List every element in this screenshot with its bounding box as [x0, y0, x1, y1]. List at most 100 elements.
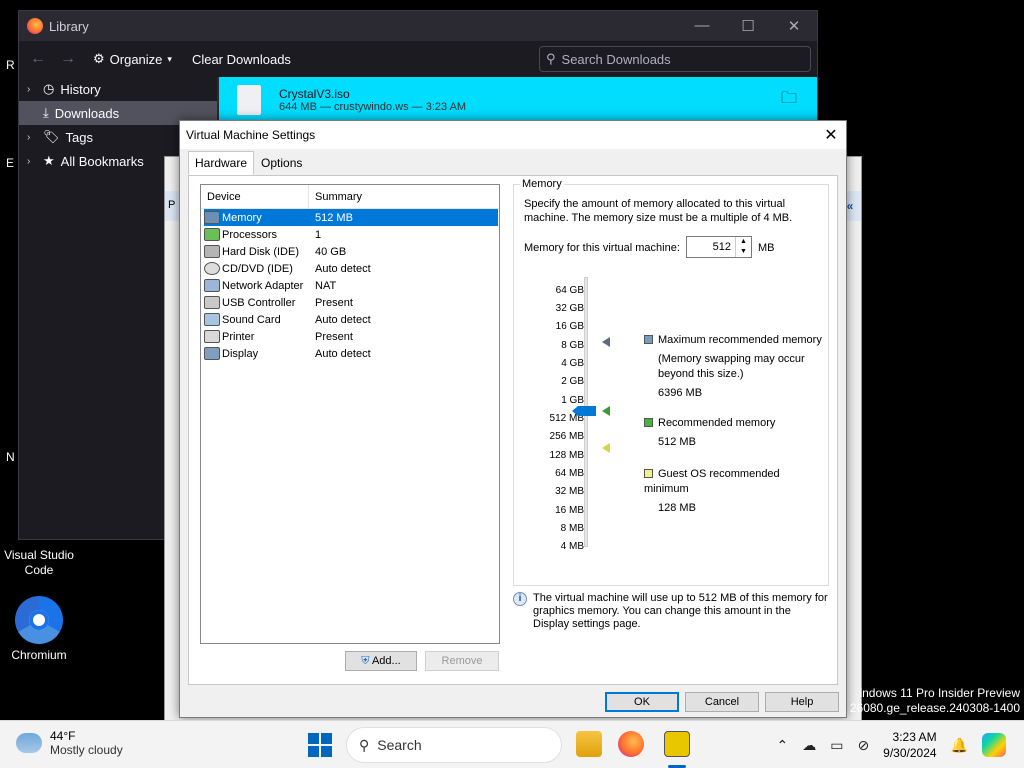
device-row-sound[interactable]: Sound Card Auto detect — [204, 311, 498, 328]
clock[interactable]: 3:23 AM 9/30/2024 — [883, 729, 936, 761]
chromium-icon — [15, 596, 63, 644]
file-icon — [237, 85, 261, 115]
legend-recommended: Recommended memory 512 MB — [644, 416, 824, 450]
back-arrow-icon[interactable]: ← — [27, 50, 49, 68]
sidebar-item-history[interactable]: › ◷ History — [19, 77, 217, 101]
desktop-edge-letter-e: E — [6, 156, 15, 170]
scale-tick: 2 GB — [561, 376, 584, 387]
spin-down-icon[interactable]: ▼ — [736, 247, 751, 257]
desktop-edge-letter-r: R — [6, 58, 15, 72]
copilot-icon[interactable] — [982, 733, 1006, 757]
volume-icon[interactable]: ⊘ — [857, 737, 869, 754]
start-button[interactable] — [308, 733, 332, 757]
chevron-up-icon[interactable]: ⌃ — [776, 737, 788, 754]
organize-button[interactable]: ⚙ Organize ▾ — [87, 51, 178, 67]
device-row-memory[interactable]: Memory 512 MB — [204, 209, 498, 226]
close-button[interactable]: ✕ — [771, 17, 817, 35]
memory-unit: MB — [758, 242, 775, 254]
download-item[interactable]: CrystalV3.iso 644 MB — crustywindo.ws — … — [219, 77, 817, 123]
clear-downloads-button[interactable]: Clear Downloads — [186, 52, 297, 67]
file-explorer-icon[interactable] — [576, 731, 602, 757]
device-row-display[interactable]: Display Auto detect — [204, 345, 498, 362]
legend-minimum: Guest OS recommended minimum 128 MB — [644, 467, 824, 516]
taskbar-search[interactable]: ⚲ Search — [346, 727, 562, 763]
sidebar-item-label: All Bookmarks — [60, 153, 144, 169]
device-row-printer[interactable]: Printer Present — [204, 328, 498, 345]
display-icon[interactable]: ▭ — [830, 737, 843, 754]
device-name: Processors — [222, 228, 278, 241]
device-name: USB Controller — [222, 296, 296, 309]
device-summary: Auto detect — [315, 313, 371, 326]
library-titlebar: Library — ☐ ✕ — [19, 11, 817, 41]
weather-widget[interactable]: 44°F Mostly cloudy — [16, 729, 123, 757]
add-device-button[interactable]: ⛨ Add... — [345, 651, 417, 671]
desktop-icon-label: Chromium — [11, 648, 67, 662]
usb-icon — [204, 296, 220, 309]
device-row-usb[interactable]: USB Controller Present — [204, 294, 498, 311]
device-name: Sound Card — [222, 313, 281, 326]
column-header-summary[interactable]: Summary — [309, 185, 368, 208]
legend-rec-title: Recommended memory — [658, 417, 776, 429]
harddisk-icon — [204, 245, 220, 258]
device-summary: Auto detect — [315, 262, 371, 275]
memory-icon — [204, 211, 220, 224]
device-summary: Auto detect — [315, 347, 371, 360]
dialog-tabs: Hardware Options — [188, 151, 309, 175]
column-header-device[interactable]: Device — [201, 185, 309, 208]
scale-tick: 256 MB — [549, 431, 584, 442]
device-summary: 1 — [315, 228, 322, 241]
device-row-cddvd[interactable]: CD/DVD (IDE) Auto detect — [204, 260, 498, 277]
minimize-button[interactable]: — — [679, 17, 725, 35]
device-summary: 512 MB — [315, 211, 353, 224]
help-button[interactable]: Help — [765, 692, 839, 712]
chevron-down-icon: ▾ — [167, 53, 172, 64]
max-legend-swatch-icon — [644, 335, 653, 344]
display-icon — [204, 347, 220, 360]
dialog-titlebar: Virtual Machine Settings ✕ — [180, 121, 846, 149]
device-row-harddisk[interactable]: Hard Disk (IDE) 40 GB — [204, 243, 498, 260]
bell-icon[interactable]: 🔔 — [951, 737, 968, 754]
scale-tick: 16 GB — [555, 321, 584, 332]
min-memory-marker-icon — [602, 443, 610, 453]
desktop-icon-vscode[interactable]: Visual Studio Code — [0, 548, 78, 578]
max-memory-marker-icon — [602, 337, 610, 347]
network-icon[interactable]: ☁ — [802, 737, 816, 754]
search-icon: ⚲ — [546, 51, 556, 66]
minimum-legend-swatch-icon — [644, 469, 653, 478]
vmware-taskbar-icon[interactable] — [664, 731, 690, 757]
device-name: Memory — [222, 211, 262, 224]
firefox-taskbar-icon[interactable] — [618, 731, 644, 757]
tab-options[interactable]: Options — [254, 151, 309, 175]
ok-button[interactable]: OK — [605, 692, 679, 712]
dialog-close-button[interactable]: ✕ — [816, 125, 846, 145]
cd-icon — [204, 262, 220, 275]
memory-group-label: Memory — [520, 178, 564, 190]
chevron-right-icon: › — [27, 155, 31, 167]
device-row-network[interactable]: Network Adapter NAT — [204, 277, 498, 294]
tab-hardware[interactable]: Hardware — [188, 151, 255, 175]
memory-description: Specify the amount of memory allocated t… — [524, 198, 793, 224]
download-name: CrystalV3.iso — [279, 87, 350, 101]
scale-tick: 8 GB — [561, 340, 584, 351]
search-placeholder: Search Downloads — [561, 51, 671, 67]
maximize-button[interactable]: ☐ — [725, 17, 771, 35]
memory-value: 512 — [712, 241, 731, 253]
cancel-button[interactable]: Cancel — [685, 692, 759, 712]
chevron-right-icon: › — [27, 131, 31, 143]
device-name: Display — [222, 347, 259, 360]
desktop-edge-letter-n: N — [6, 450, 15, 464]
remove-device-button[interactable]: Remove — [425, 651, 499, 671]
forward-arrow-icon[interactable]: → — [57, 50, 79, 68]
search-downloads-input[interactable]: ⚲ Search Downloads — [539, 46, 811, 72]
memory-slider-thumb[interactable] — [572, 406, 596, 416]
hardware-panel: Device Summary Memory 512 MB Processors 1 … — [188, 175, 838, 685]
weather-cloud-icon — [16, 733, 42, 753]
device-row-processors[interactable]: Processors 1 — [204, 226, 498, 243]
library-toolbar: ← → ⚙ Organize ▾ Clear Downloads ⚲ Search … — [19, 41, 817, 77]
folder-icon[interactable]: 🗀 — [781, 87, 797, 114]
memory-spinbox[interactable]: 512 ▲ ▼ — [686, 236, 752, 258]
memory-group: Memory Specify the amount of memory allo… — [513, 178, 829, 586]
spin-up-icon[interactable]: ▲ — [736, 237, 751, 247]
desktop-icon-chromium[interactable]: Chromium — [0, 596, 78, 663]
vm-settings-dialog: Virtual Machine Settings ✕ Hardware Opti… — [179, 120, 847, 718]
